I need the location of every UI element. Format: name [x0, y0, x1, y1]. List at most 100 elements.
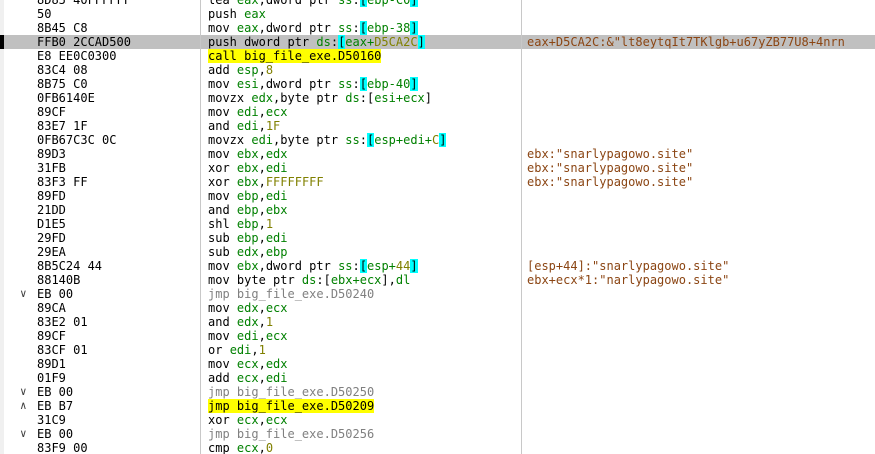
instruction-text[interactable]: and edi,1F	[208, 119, 280, 133]
instruction-token: eax	[236, 0, 259, 7]
instruction-text[interactable]: cmp ecx,0	[208, 441, 273, 454]
disassembly-view[interactable]: 8D85 40FFFFFF lea eax,dword ptr ss:[ebp-C…	[0, 0, 875, 454]
instruction-text[interactable]: xor ebx,FFFFFFFF	[208, 175, 324, 189]
instruction-token: ,	[258, 245, 266, 259]
instruction-token: cmp	[208, 441, 237, 454]
instruction-text[interactable]: mov ebp,edi	[208, 189, 288, 203]
instruction-token: xor	[208, 413, 237, 427]
disassembly-row[interactable]: 89FD mov ebp,edi	[0, 189, 875, 203]
instruction-token: esp+	[367, 259, 396, 273]
instruction-text[interactable]: mov ecx,edx	[208, 357, 288, 371]
disassembly-row[interactable]: 0FB67C3C 0C movzx edi,byte ptr ss:[esp+ed…	[0, 133, 875, 147]
disassembly-row[interactable]: 83E2 01 and edx,1	[0, 315, 875, 329]
instruction-text[interactable]: xor ebx,edi	[208, 161, 288, 175]
disassembly-row[interactable]: 89D3 mov ebx,edx ebx:"snarlypagowo.site"	[0, 147, 875, 161]
disassembly-row[interactable]: 89CF mov edi,ecx	[0, 105, 875, 119]
instruction-bytes: 8B5C24 44	[37, 259, 103, 273]
instruction-token: ]	[417, 35, 425, 49]
disassembly-row[interactable]: 83F3 FF xor ebx,FFFFFFFF ebx:"snarlypagowo…	[0, 175, 875, 189]
instruction-text[interactable]: jmp big_file_exe.D50250	[208, 385, 374, 399]
disassembly-rows: 8D85 40FFFFFF lea eax,dword ptr ss:[ebp-C…	[0, 0, 875, 454]
instruction-token: ebp-40	[367, 77, 411, 91]
disassembly-row[interactable]: 8B75 C0 mov esi,dword ptr ss:[ebp-40]	[0, 77, 875, 91]
disassembly-row[interactable]: 31C9 xor ecx,ecx	[0, 413, 875, 427]
instruction-text[interactable]: and edx,1	[208, 315, 273, 329]
instruction-text[interactable]: add ecx,edi	[208, 371, 288, 385]
instruction-text[interactable]: mov ebx,edx	[208, 147, 288, 161]
disassembly-row[interactable]: 31FB xor ebx,edi ebx:"snarlypagowo.site"	[0, 161, 875, 175]
instruction-text[interactable]: add esp,8	[208, 63, 273, 77]
instruction-text[interactable]: mov byte ptr ds:[ebx+ecx],dl	[208, 273, 410, 287]
instruction-bytes: E8 EE0C0300	[37, 49, 117, 63]
instruction-bytes: 29FD	[37, 231, 66, 245]
instruction-text[interactable]: mov edi,ecx	[208, 105, 288, 119]
disassembly-row[interactable]: 89CA mov edx,ecx	[0, 301, 875, 315]
instruction-text[interactable]: jmp big_file_exe.D50256	[208, 427, 374, 441]
disassembly-row[interactable]: E8 EE0C0300 call big_file_exe.D50160	[0, 49, 875, 63]
instruction-text[interactable]: shl ebp,1	[208, 217, 273, 231]
instruction-token: 1	[258, 343, 266, 357]
instruction-token: edx	[236, 245, 259, 259]
disassembly-row[interactable]: 29FD sub ebp,edi	[0, 231, 875, 245]
instruction-bytes: 89CF	[37, 105, 66, 119]
instruction-text[interactable]: mov ebx,dword ptr ss:[esp+44]	[208, 259, 418, 273]
instruction-token: mov	[208, 21, 237, 35]
instruction-text[interactable]: movzx edx,byte ptr ds:[esi+ecx]	[208, 91, 432, 105]
instruction-token: ecx	[236, 371, 259, 385]
instruction-text[interactable]: call big_file_exe.D50160	[208, 49, 382, 63]
instruction-text[interactable]: and ebp,ebx	[208, 203, 288, 217]
disassembly-row[interactable]: 0FB6140E movzx edx,byte ptr ds:[esi+ecx]	[0, 91, 875, 105]
instruction-text[interactable]: sub edx,ebp	[208, 245, 288, 259]
instruction-text[interactable]: xor ecx,ecx	[208, 413, 288, 427]
instruction-text[interactable]: movzx edi,byte ptr ss:[esp+edi+C]	[208, 133, 447, 147]
disassembly-row[interactable]: ∨ EB 00 jmp big_file_exe.D50240	[0, 287, 875, 301]
disassembly-row[interactable]: 50 push eax	[0, 7, 875, 21]
disassembly-row[interactable]: 8B5C24 44 mov ebx,dword ptr ss:[esp+44] [e…	[0, 259, 875, 273]
instruction-token: dl	[395, 273, 411, 287]
disassembly-row[interactable]: ∧ EB B7 jmp big_file_exe.D50209	[0, 399, 875, 413]
instruction-text[interactable]: push dword ptr ds:[eax+D5CA2C]	[208, 35, 425, 49]
instruction-text[interactable]: push eax	[208, 7, 266, 21]
instruction-bytes: 21DD	[37, 203, 66, 217]
disassembly-row[interactable]: ∨ EB 00 jmp big_file_exe.D50256	[0, 427, 875, 441]
instruction-text[interactable]: mov esi,dword ptr ss:[ebp-40]	[208, 77, 418, 91]
instruction-bytes: 83C4 08	[37, 63, 88, 77]
instruction-token: ,	[258, 203, 266, 217]
instruction-text[interactable]: lea eax,dword ptr ss:[ebp-C0]	[208, 0, 418, 7]
instruction-text[interactable]: mov eax,dword ptr ss:[ebp-38]	[208, 21, 418, 35]
disassembly-row[interactable]: 83CF 01 or edi,1	[0, 343, 875, 357]
disassembly-row[interactable]: 01F9 add ecx,edi	[0, 371, 875, 385]
instruction-token: ebx	[236, 161, 259, 175]
instruction-token: ,byte ptr	[273, 133, 346, 147]
disassembly-row[interactable]: 8D85 40FFFFFF lea eax,dword ptr ss:[ebp-C…	[0, 0, 875, 7]
instruction-token: :	[352, 259, 360, 273]
instruction-token: ecx	[236, 441, 259, 454]
instruction-text[interactable]: jmp big_file_exe.D50209	[208, 399, 375, 413]
instruction-bytes: 0FB67C3C 0C	[37, 133, 117, 147]
instruction-token: mov byte ptr	[208, 273, 302, 287]
instruction-text[interactable]: mov edx,ecx	[208, 301, 288, 315]
instruction-token: ,	[258, 105, 266, 119]
disassembly-row[interactable]: FFB0 2CCAD500 push dword ptr ds:[eax+D5CA…	[0, 35, 875, 49]
instruction-bytes: 8B45 C8	[37, 21, 88, 35]
instruction-text[interactable]: jmp big_file_exe.D50240	[208, 287, 374, 301]
disassembly-row[interactable]: 88140B mov byte ptr ds:[ebx+ecx],dl ebx+ec…	[0, 273, 875, 287]
instruction-text[interactable]: sub ebp,edi	[208, 231, 288, 245]
instruction-token: :	[330, 35, 339, 49]
instruction-token: ebp	[236, 231, 259, 245]
disassembly-row[interactable]: D1E5 shl ebp,1	[0, 217, 875, 231]
disassembly-row[interactable]: 89D1 mov ecx,edx	[0, 357, 875, 371]
instruction-text[interactable]: or edi,1	[208, 343, 266, 357]
disassembly-row[interactable]: 89CF mov edi,ecx	[0, 329, 875, 343]
disassembly-row[interactable]: 83F9 00 cmp ecx,0	[0, 441, 875, 454]
disassembly-row[interactable]: 83E7 1F and edi,1F	[0, 119, 875, 133]
disassembly-row[interactable]: 29EA sub edx,ebp	[0, 245, 875, 259]
instruction-token: and	[208, 315, 237, 329]
disassembly-row[interactable]: ∨ EB 00 jmp big_file_exe.D50250	[0, 385, 875, 399]
instruction-token: esp+edi+	[374, 133, 433, 147]
disassembly-row[interactable]: 83C4 08 add esp,8	[0, 63, 875, 77]
instruction-token: ss	[338, 259, 353, 273]
disassembly-row[interactable]: 21DD and ebp,ebx	[0, 203, 875, 217]
instruction-text[interactable]: mov edi,ecx	[208, 329, 288, 343]
disassembly-row[interactable]: 8B45 C8 mov eax,dword ptr ss:[ebp-38]	[0, 21, 875, 35]
